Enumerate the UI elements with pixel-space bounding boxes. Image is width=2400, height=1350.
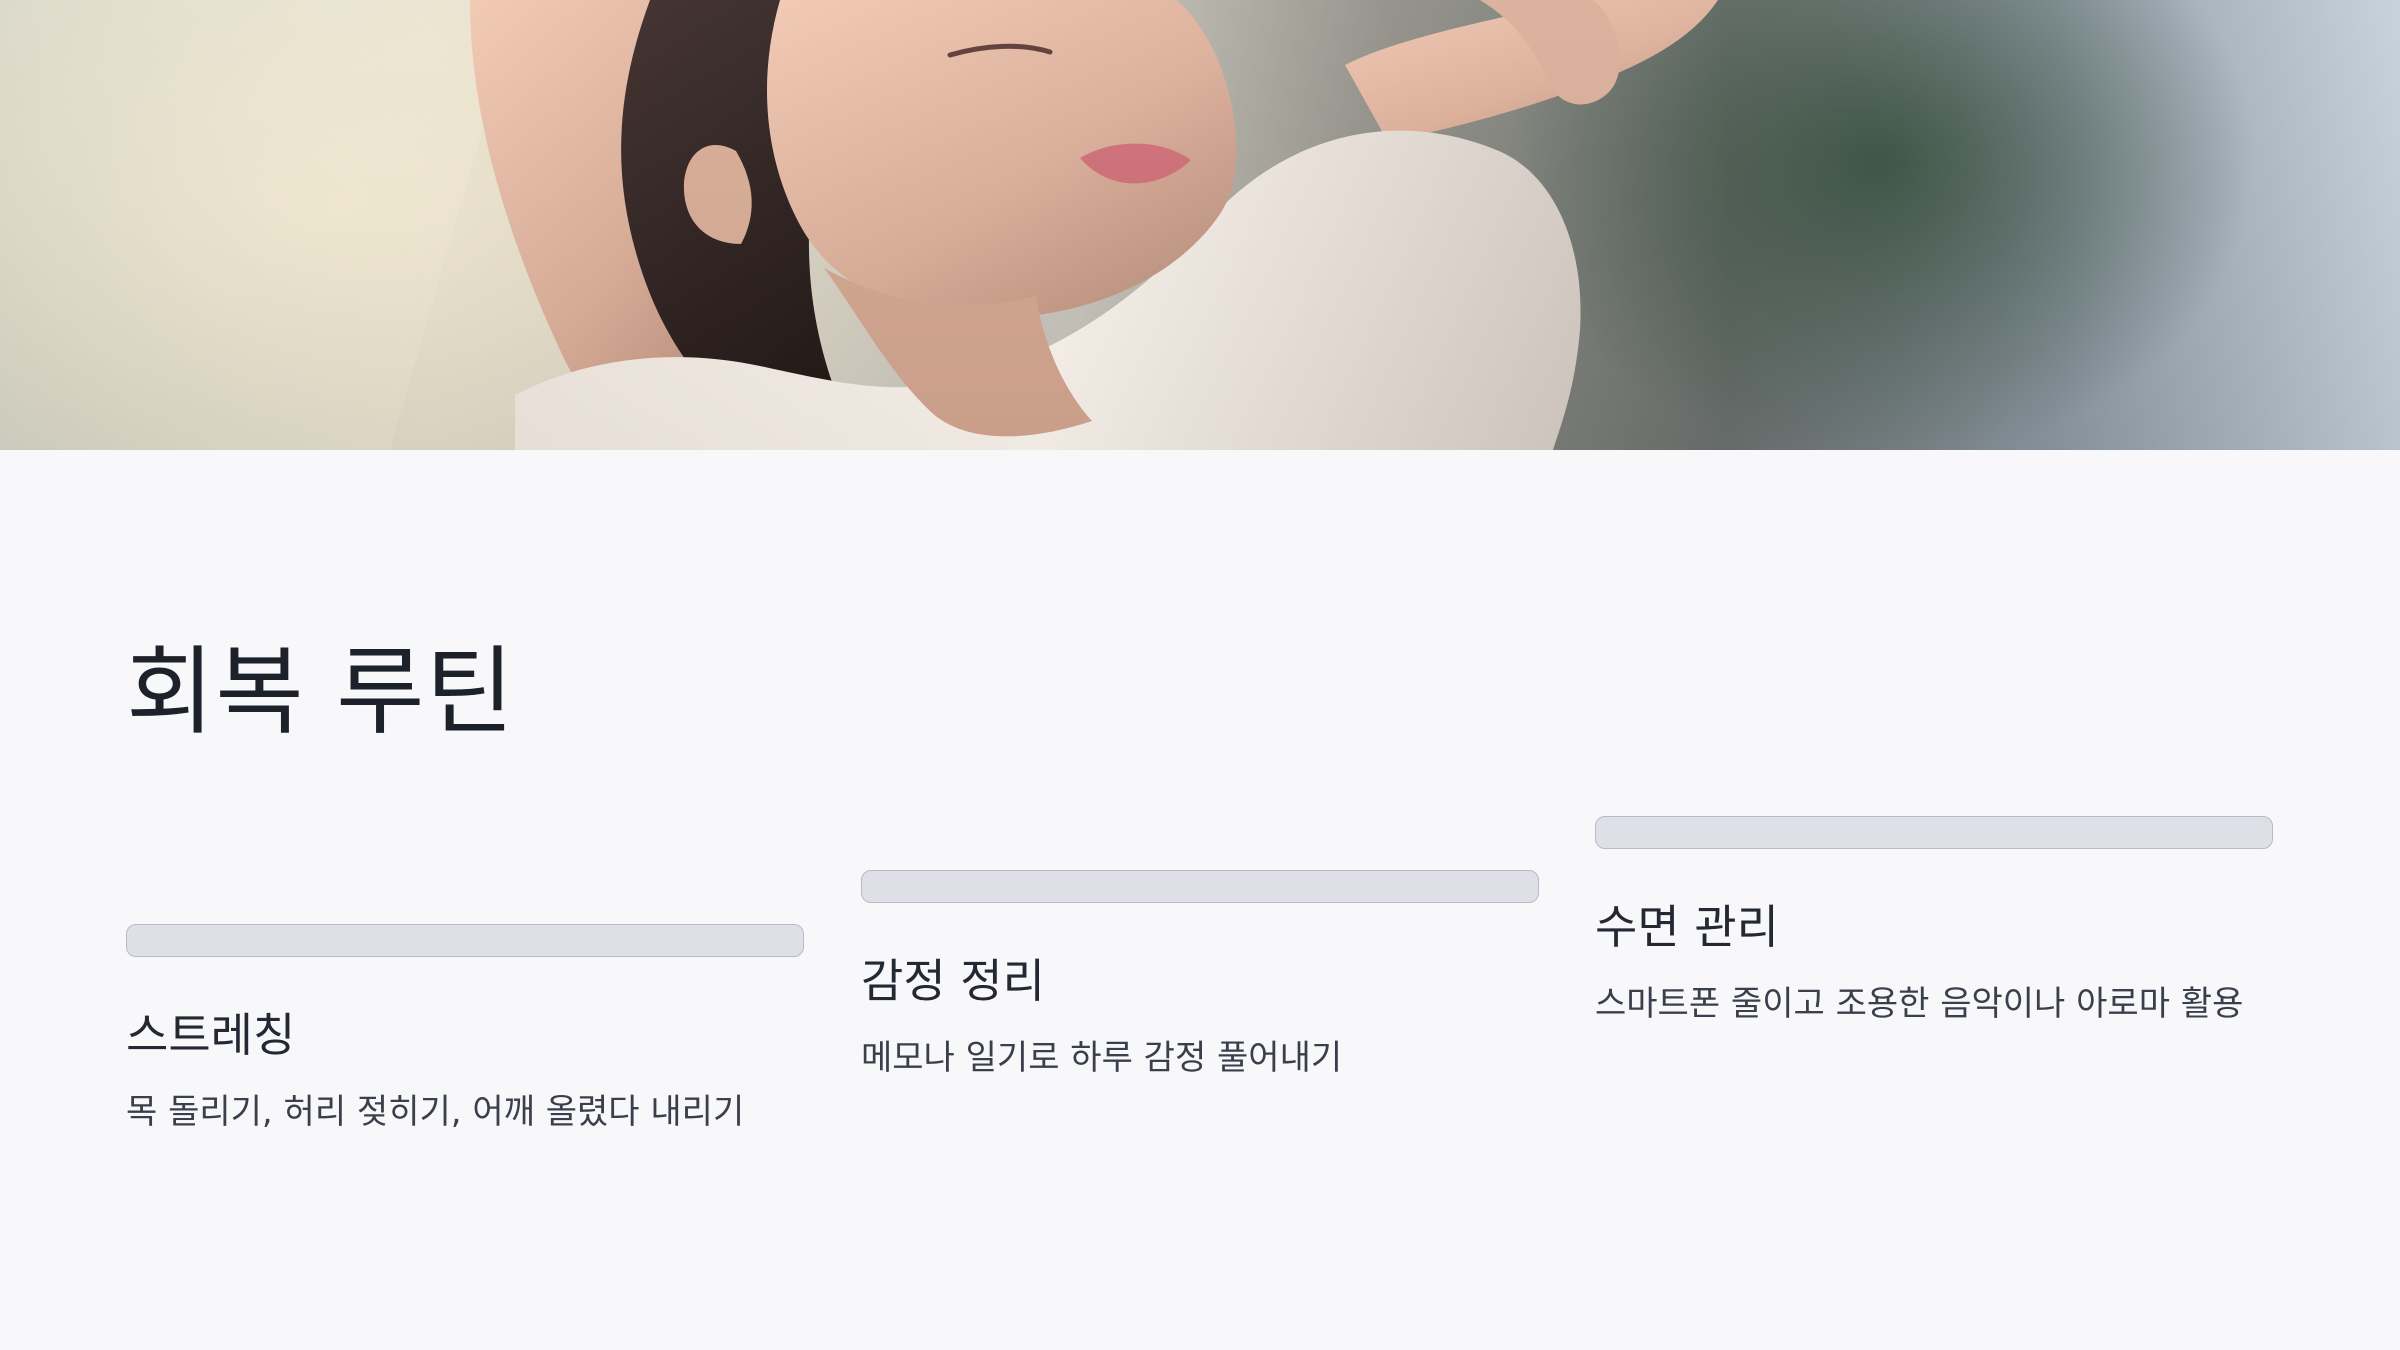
background-light-shape (0, 0, 520, 450)
ear-shape (683, 144, 752, 244)
page-title: 회복 루틴 (126, 636, 515, 748)
neck-shape (824, 268, 1092, 437)
hand-shape (1480, 0, 1620, 105)
card-title: 수면 관리 (1595, 900, 1779, 954)
woman-stretching-illustration (0, 0, 1718, 450)
left-arm-shape (470, 0, 748, 450)
card-accent-bar (861, 870, 1539, 903)
routine-card-sleep: 수면 관리 스마트폰 줄이고 조용한 음악이나 아로마 활용 (1595, 816, 2275, 1025)
hero-image (0, 0, 2400, 450)
routine-card-stretching: 스트레칭 목 돌리기, 허리 젖히기, 어깨 올렸다 내리기 (126, 924, 806, 1133)
card-title: 감정 정리 (861, 954, 1045, 1008)
card-description: 메모나 일기로 하루 감정 풀어내기 (861, 1037, 1343, 1078)
closed-eye-shape (947, 43, 1053, 58)
card-accent-bar (126, 924, 804, 957)
card-description: 스마트폰 줄이고 조용한 음악이나 아로마 활용 (1595, 983, 2244, 1024)
card-description: 목 돌리기, 허리 젖히기, 어깨 올렸다 내리기 (126, 1091, 745, 1132)
card-title: 스트레칭 (126, 1008, 296, 1062)
face-shape (766, 0, 1237, 319)
smile-shape (1080, 143, 1191, 184)
right-arm-shape (1345, 0, 1718, 142)
hair-shape (621, 0, 910, 450)
shirt-shape (515, 130, 1581, 450)
routine-card-emotion: 감정 정리 메모나 일기로 하루 감정 풀어내기 (861, 870, 1541, 1079)
card-accent-bar (1595, 816, 2273, 849)
